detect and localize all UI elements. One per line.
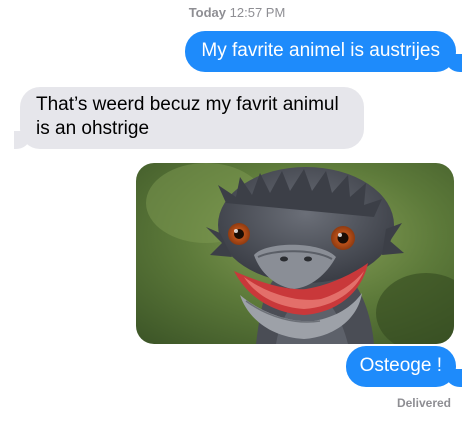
sent-message-bubble[interactable]: My favrite animel is austrijes [185, 31, 472, 73]
message-text: Osteoge ! [359, 355, 442, 376]
timestamp-time: 12:57 PM [229, 5, 286, 20]
timestamp-day: Today [188, 5, 227, 20]
sent-image-attachment[interactable] [136, 163, 454, 344]
received-message-bubble[interactable]: That’s weerd becuz my favrit animul is a… [4, 87, 364, 150]
emu-photo [136, 163, 454, 344]
sent-message-bubble[interactable]: Osteoge ! [345, 346, 472, 388]
bubble-tail [4, 130, 30, 150]
bubble-tail [446, 368, 472, 388]
message-text: My favrite animel is austrijes [201, 40, 440, 61]
bubble-tail [446, 53, 472, 73]
conversation-timestamp: Today 12:57 PM [0, 5, 474, 20]
message-text: That’s weerd becuz my favrit animul is a… [36, 94, 339, 139]
delivery-status: Delivered [396, 396, 451, 410]
